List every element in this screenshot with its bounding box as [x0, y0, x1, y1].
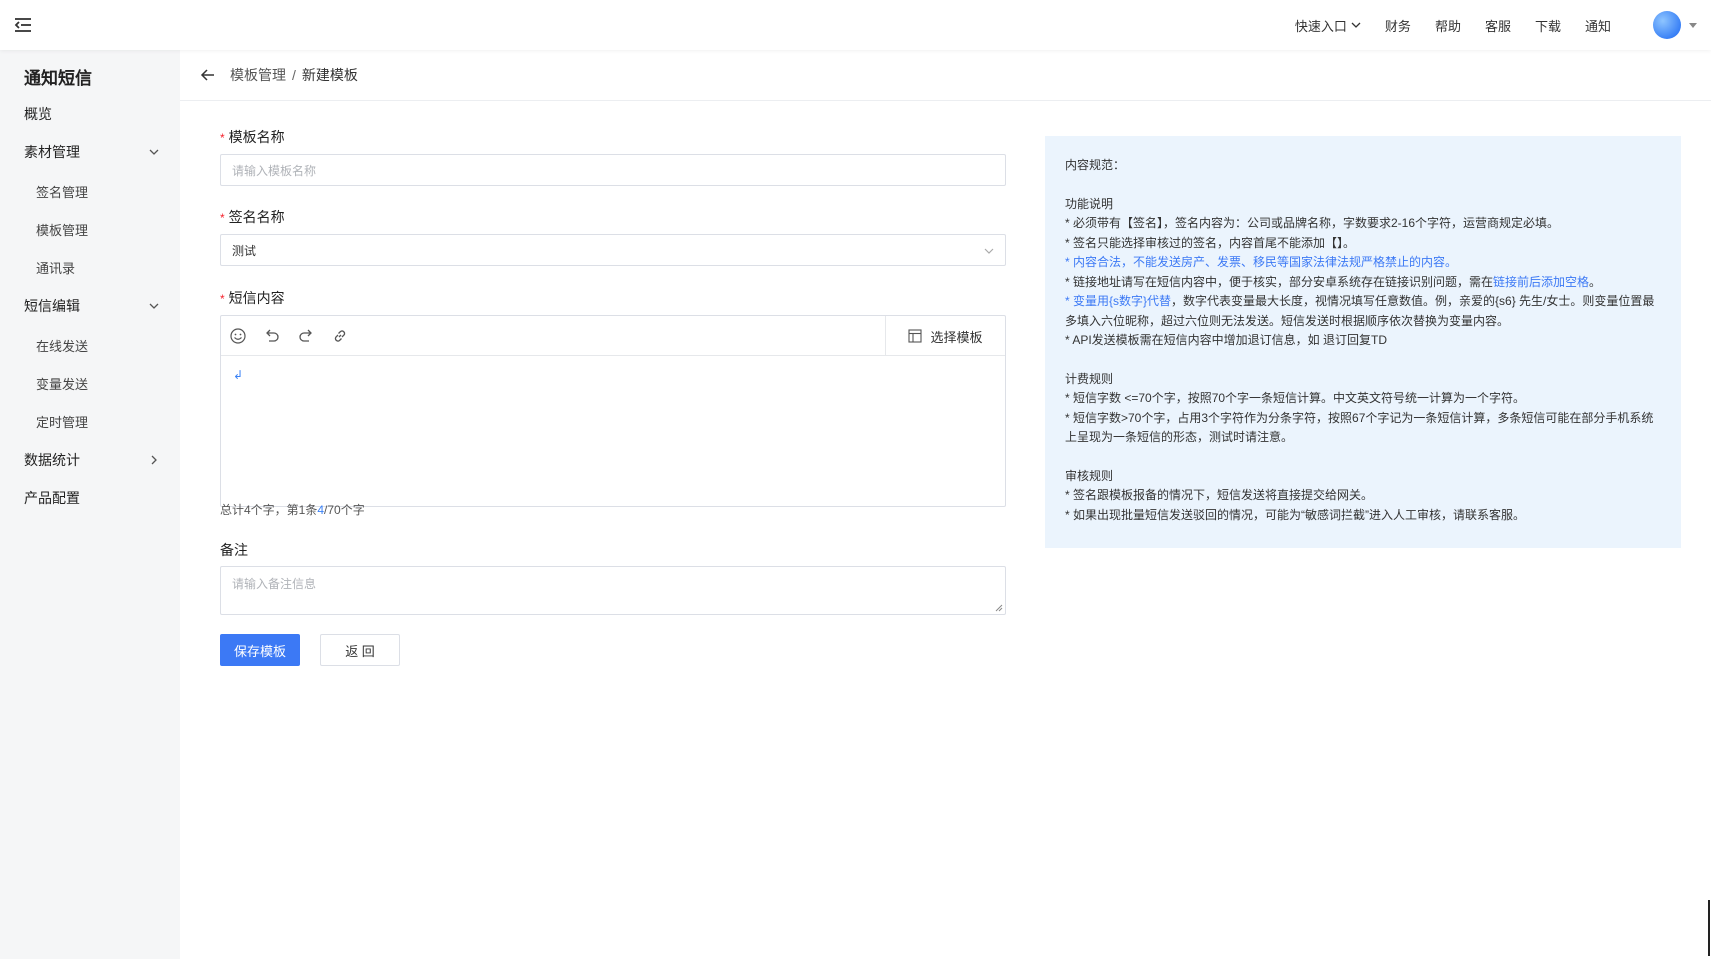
resize-grip-icon[interactable] — [995, 604, 1003, 612]
undo-icon[interactable] — [263, 327, 281, 345]
template-name-label: * 模板名称 — [220, 129, 285, 145]
breadcrumb-separator: / — [292, 67, 296, 83]
template-name-input[interactable]: 请输入模板名称 — [220, 154, 1006, 186]
rule-line: * 签名跟模板报备的情况下，短信发送将直接提交给网关。 — [1065, 488, 1374, 502]
signature-label: * 签名名称 — [220, 209, 285, 225]
rule-line: * API发送模板需在短信内容中增加退订信息，如 退订回复TD — [1065, 333, 1388, 347]
nav-download[interactable]: 下载 — [1535, 16, 1561, 35]
sidebar-title: 通知短信 — [24, 69, 92, 88]
main-content: 模板管理 / 新建模板 * 模板名称 请输入模板名称 * 签名名称 测试 * 短信内容 — [180, 50, 1711, 959]
sidebar: 通知短信 概览 素材管理 签名管理 模板管理 通讯录 短信编辑 在线发送 变量发… — [0, 50, 180, 959]
select-template-button[interactable]: 选择模板 — [885, 316, 1005, 356]
rule-line: * 必须带有【签名】，签名内容为：公司或品牌名称，字数要求2-16个字符，运营商… — [1065, 216, 1560, 230]
sidebar-group-material[interactable]: 素材管理 — [24, 142, 164, 162]
back-button[interactable]: 返 回 — [320, 634, 400, 666]
nav-customer-service[interactable]: 客服 — [1485, 16, 1511, 35]
sidebar-item-product-config[interactable]: 产品配置 — [24, 488, 164, 508]
chevron-down-icon — [149, 303, 159, 309]
sidebar-group-stats[interactable]: 数据统计 — [24, 450, 164, 470]
signature-select[interactable]: 测试 — [220, 234, 1006, 266]
rule-line: * 短信字数 <=70个字，按照70个字一条短信计算。中文英文符号统一计算为一个… — [1065, 391, 1526, 405]
rules-title: 内容规范： — [1065, 158, 1126, 172]
sidebar-item-variable-send[interactable]: 变量发送 — [36, 374, 88, 393]
nav-help[interactable]: 帮助 — [1435, 16, 1461, 35]
breadcrumb-parent[interactable]: 模板管理 — [230, 65, 286, 85]
breadcrumb: 模板管理 / 新建模板 — [180, 50, 1711, 101]
chevron-down-icon — [149, 149, 159, 155]
sidebar-item-signature[interactable]: 签名管理 — [36, 182, 88, 201]
remark-label: 备注 — [220, 542, 248, 558]
caret-down-icon — [1689, 23, 1697, 28]
link-icon[interactable] — [331, 327, 349, 345]
sidebar-item-online-send[interactable]: 在线发送 — [36, 336, 88, 355]
template-icon — [908, 329, 923, 343]
chevron-right-icon — [151, 455, 157, 465]
nav-finance[interactable]: 财务 — [1385, 16, 1411, 35]
content-label: * 短信内容 — [220, 290, 285, 306]
sidebar-item-label: 短信编辑 — [24, 298, 80, 314]
scrollbar[interactable] — [1708, 900, 1710, 956]
user-menu[interactable] — [1653, 11, 1697, 39]
emoji-icon[interactable] — [229, 327, 247, 345]
sidebar-item-label: 概览 — [24, 106, 52, 122]
sidebar-item-contacts[interactable]: 通讯录 — [36, 258, 75, 277]
quick-entry-dropdown[interactable]: 快速入口 — [1295, 16, 1361, 35]
top-bar: 快速入口 财务 帮助 客服 下载 通知 — [0, 0, 1711, 50]
func-section-title: 功能说明 — [1065, 196, 1114, 211]
sidebar-item-template[interactable]: 模板管理 — [36, 220, 88, 239]
rule-line: * 链接地址请写在短信内容中，便于核实，部分安卓系统存在链接识别问题，需在链接前… — [1065, 274, 1602, 289]
billing-section-title: 计费规则 — [1065, 371, 1114, 386]
sidebar-item-overview[interactable]: 概览 — [24, 104, 164, 124]
breadcrumb-current: 新建模板 — [301, 67, 358, 83]
signature-value: 测试 — [232, 243, 257, 258]
redo-icon[interactable] — [297, 327, 315, 345]
rule-line: * 内容合法，不能发送房产、发票、移民等国家法律法规严格禁止的内容。 — [1065, 255, 1458, 269]
rule-line: * 变量用{s数字}代替，数字代表变量最大长度，视情况填写任意数值。例，亲爱的{… — [1065, 294, 1655, 328]
audit-section-title: 审核规则 — [1065, 468, 1114, 483]
sidebar-item-label: 素材管理 — [24, 144, 80, 160]
rule-line: * 签名只能选择审核过的签名，内容首尾不能添加【】。 — [1065, 235, 1356, 250]
back-arrow-icon[interactable] — [200, 67, 216, 83]
rule-line: * 如果出现批量短信发送驳回的情况，可能为“敏感词拦截”进入人工审核，请联系客服… — [1065, 507, 1525, 522]
select-template-label: 选择模板 — [930, 329, 983, 345]
content-rules-panel: 内容规范： 功能说明 * 必须带有【签名】，签名内容为：公司或品牌名称，字数要求… — [1045, 136, 1681, 548]
save-template-button[interactable]: 保存模板 — [220, 634, 300, 666]
avatar — [1653, 11, 1681, 39]
sidebar-group-sms-edit[interactable]: 短信编辑 — [24, 296, 164, 316]
sidebar-item-label: 产品配置 — [24, 490, 80, 506]
rule-line: * 短信字数>70个字，占用3个字符作为分条字符，按照67个字记为一条短信计算，… — [1065, 410, 1654, 445]
char-count: 总计4个字，第1条4/70个字 — [220, 503, 365, 517]
remark-textarea[interactable]: 请输入备注信息 — [220, 566, 1006, 615]
editor-body[interactable]: ↲ — [233, 368, 993, 498]
chevron-down-icon — [984, 248, 994, 254]
quick-entry-label: 快速入口 — [1294, 18, 1347, 34]
chevron-down-icon — [1351, 22, 1361, 28]
menu-fold-icon[interactable] — [12, 14, 34, 36]
sidebar-item-label: 数据统计 — [24, 452, 80, 468]
nav-notification[interactable]: 通知 — [1585, 16, 1611, 35]
editor-toolbar: 选择模板 — [221, 316, 1005, 356]
sidebar-item-schedule[interactable]: 定时管理 — [36, 412, 88, 431]
sms-content-editor: 选择模板 ↲ — [220, 315, 1006, 507]
remark-placeholder: 请输入备注信息 — [232, 577, 317, 591]
top-nav: 快速入口 财务 帮助 客服 下载 通知 — [1295, 0, 1711, 50]
